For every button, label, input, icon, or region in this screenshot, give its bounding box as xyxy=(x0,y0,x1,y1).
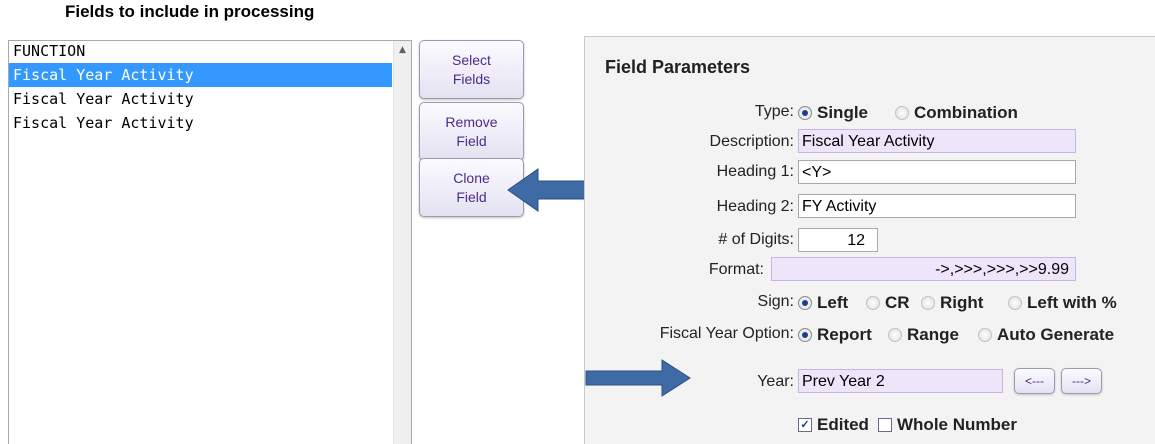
sign-left-with-percent-label: Left with % xyxy=(1027,293,1117,312)
heading2-label: Heading 2: xyxy=(716,198,794,215)
fy-range-option[interactable]: Range xyxy=(888,325,959,345)
radio-icon[interactable] xyxy=(895,106,909,120)
fields-title: Fields to include in processing xyxy=(65,2,315,21)
sign-cr-option[interactable]: CR xyxy=(866,293,910,313)
list-header: FUNCTION xyxy=(13,42,86,60)
select-fields-button[interactable]: Select Fields xyxy=(419,40,524,99)
list-item[interactable]: Fiscal Year Activity xyxy=(9,87,392,111)
heading2-field[interactable]: FY Activity xyxy=(798,194,1076,218)
list-item[interactable]: Fiscal Year Activity xyxy=(9,111,392,135)
radio-icon[interactable] xyxy=(1008,296,1022,310)
remove-field-label-2: Field xyxy=(456,132,487,149)
right-arrow-annotation-icon xyxy=(585,359,691,397)
format-label: Format: xyxy=(708,261,764,278)
fy-range-label: Range xyxy=(907,325,959,344)
edited-label: Edited xyxy=(817,415,869,434)
radio-selected-icon[interactable] xyxy=(798,296,812,310)
select-fields-label-1: Select xyxy=(452,51,491,68)
digits-field[interactable]: 12 xyxy=(798,228,878,252)
type-label: Type: xyxy=(754,103,794,120)
year-label: Year: xyxy=(757,373,794,390)
checkbox-icon[interactable] xyxy=(878,418,892,432)
fy-auto-generate-label: Auto Generate xyxy=(997,325,1115,344)
select-fields-label-2: Fields xyxy=(452,70,491,87)
whole-number-checkbox-option[interactable]: Whole Number xyxy=(878,415,1017,435)
fields-list: FUNCTION Fiscal Year Activity Fiscal Yea… xyxy=(9,41,392,135)
description-label: Description: xyxy=(709,133,794,150)
heading1-label: Heading 1: xyxy=(716,163,794,180)
fy-report-label: Report xyxy=(817,325,872,344)
scroll-up-icon[interactable]: ▲ xyxy=(394,41,411,58)
type-combination-label: Combination xyxy=(914,103,1018,122)
sign-cr-label: CR xyxy=(885,293,910,312)
whole-number-label: Whole Number xyxy=(897,415,1017,434)
fiscal-year-option-label: Fiscal Year Option: xyxy=(659,325,794,342)
description-field[interactable]: Fiscal Year Activity xyxy=(798,129,1076,153)
radio-icon[interactable] xyxy=(978,328,992,342)
panel-title: Field Parameters xyxy=(605,57,751,77)
heading1-field[interactable]: <Y> xyxy=(798,160,1076,184)
remove-field-label-1: Remove xyxy=(445,113,498,130)
digits-label: # of Digits: xyxy=(718,231,794,248)
format-field[interactable]: ->,>>>,>>>,>>9.99 xyxy=(771,257,1076,281)
fields-listbox[interactable]: FUNCTION Fiscal Year Activity Fiscal Yea… xyxy=(8,40,412,444)
list-item[interactable]: Fiscal Year Activity xyxy=(9,63,392,87)
radio-icon[interactable] xyxy=(921,296,935,310)
radio-icon[interactable] xyxy=(888,328,902,342)
sign-left-with-percent-option[interactable]: Left with % xyxy=(1008,293,1117,313)
type-single-label: Single xyxy=(817,103,869,122)
sign-right-label: Right xyxy=(940,293,984,312)
sign-label: Sign: xyxy=(757,293,794,310)
list-scrollbar[interactable]: ▲ xyxy=(393,41,411,444)
radio-selected-icon[interactable] xyxy=(798,328,812,342)
sign-left-label: Left xyxy=(817,293,849,312)
type-combination-option[interactable]: Combination xyxy=(895,103,1018,123)
edited-checkbox-option[interactable]: ✓ Edited xyxy=(798,415,869,435)
sign-left-option[interactable]: Left xyxy=(798,293,848,313)
fy-auto-generate-option[interactable]: Auto Generate xyxy=(978,325,1114,345)
remove-field-button[interactable]: Remove Field xyxy=(419,102,524,161)
radio-selected-icon[interactable] xyxy=(798,106,812,120)
next-year-button[interactable]: ---> xyxy=(1061,368,1102,394)
type-single-option[interactable]: Single xyxy=(798,103,868,123)
clone-field-label-2: Field xyxy=(456,188,487,205)
prev-year-button[interactable]: <--- xyxy=(1014,368,1055,394)
clone-field-label-1: Clone xyxy=(453,169,490,186)
sign-right-option[interactable]: Right xyxy=(921,293,983,313)
checkbox-checked-icon[interactable]: ✓ xyxy=(798,418,812,432)
year-field[interactable]: Prev Year 2 xyxy=(798,369,1003,393)
fy-report-option[interactable]: Report xyxy=(798,325,872,345)
radio-icon[interactable] xyxy=(866,296,880,310)
